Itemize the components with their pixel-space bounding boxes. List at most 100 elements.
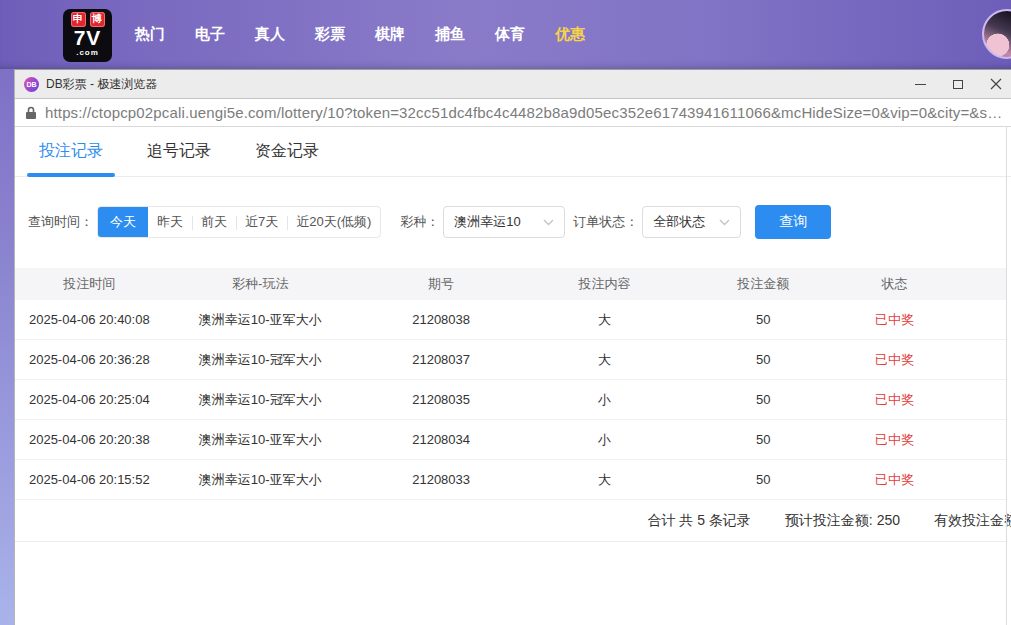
tab-bet-records[interactable]: 投注记录 [27, 127, 115, 176]
lottery-select[interactable]: 澳洲幸运10 [443, 206, 565, 238]
cell-lottery-play: 澳洲幸运10-冠军大小 [164, 391, 357, 409]
table-body: 2025-04-06 20:40:08 澳洲幸运10-亚军大小 21208038… [15, 300, 1006, 500]
time-filter-group: 今天昨天前天近7天近20天(低频) [97, 206, 381, 238]
cell-bet-amount: 50 [684, 432, 843, 447]
minimize-button[interactable] [901, 70, 939, 98]
cell-bet-time: 2025-04-06 20:25:04 [15, 392, 164, 407]
cell-bet-content: 小 [525, 431, 684, 449]
address-bar[interactable]: https://ctopcp02pcali.uengi5e.com/lotter… [15, 99, 1011, 127]
cell-bet-content: 大 [525, 471, 684, 489]
browser-window: DB DB彩票 - 极速浏览器 https://ctopcp02pcali.ue… [14, 69, 1011, 625]
nav-item-sports[interactable]: 体育 [495, 25, 525, 44]
nav-item-hot[interactable]: 热门 [135, 25, 165, 44]
cell-bet-time: 2025-04-06 20:40:08 [15, 312, 164, 327]
cell-bet-content: 大 [525, 311, 684, 329]
nav-item-board-games[interactable]: 棋牌 [375, 25, 405, 44]
cell-issue: 21208035 [357, 392, 525, 407]
window-controls [901, 70, 1011, 98]
cell-bet-amount: 50 [684, 352, 843, 367]
cell-status: 已中奖 [842, 431, 946, 449]
main-nav: 热门 电子 真人 彩票 棋牌 捕鱼 体育 优惠 [135, 25, 585, 44]
records-table: 投注时间 彩种-玩法 期号 投注内容 投注金额 状态 2025-04-06 20… [15, 268, 1006, 542]
table-row: 2025-04-06 20:36:28 澳洲幸运10-冠军大小 21208037… [15, 340, 1006, 380]
maximize-button[interactable] [939, 70, 977, 98]
cell-issue: 21208037 [357, 352, 525, 367]
status-select-value: 全部状态 [653, 213, 705, 231]
record-tabs: 投注记录追号记录资金记录 [15, 127, 1011, 177]
cell-status: 已中奖 [842, 391, 946, 409]
summary-total: 合计 共 5 条记录 [647, 512, 750, 530]
cell-lottery-play: 澳洲幸运10-亚军大小 [164, 431, 357, 449]
cell-lottery-play: 澳洲幸运10-亚军大小 [164, 471, 357, 489]
maximize-icon [953, 80, 963, 89]
window-titlebar: DB DB彩票 - 极速浏览器 [15, 70, 1011, 99]
cell-issue: 21208038 [357, 312, 525, 327]
nav-item-slots[interactable]: 电子 [195, 25, 225, 44]
logo-text: 7V [63, 27, 112, 48]
query-button[interactable]: 查询 [755, 205, 831, 239]
tab-fund-records[interactable]: 资金记录 [243, 127, 331, 176]
desktop-background: 申 博 7V .com 热门 电子 真人 彩票 棋牌 捕鱼 体育 优惠 DB DB彩票 - 极… [0, 0, 1011, 625]
tab-chase-records[interactable]: 追号记录 [135, 127, 223, 176]
user-avatar[interactable] [982, 9, 1011, 59]
chevron-down-icon [543, 219, 554, 226]
cell-bet-content: 小 [525, 391, 684, 409]
nav-item-fishing[interactable]: 捕鱼 [435, 25, 465, 44]
time-option-2[interactable]: 前天 [192, 207, 236, 237]
cell-bet-time: 2025-04-06 20:20:38 [15, 432, 164, 447]
cell-bet-content: 大 [525, 351, 684, 369]
cell-status: 已中奖 [842, 471, 946, 489]
table-header: 投注时间 彩种-玩法 期号 投注内容 投注金额 状态 [15, 268, 1006, 300]
cell-lottery-play: 澳洲幸运10-冠军大小 [164, 351, 357, 369]
cell-bet-amount: 50 [684, 312, 843, 327]
close-button[interactable] [977, 70, 1011, 98]
logo-badge-bo: 博 [90, 12, 105, 27]
cell-status: 已中奖 [842, 351, 946, 369]
chevron-down-icon [719, 219, 730, 226]
time-option-1[interactable]: 昨天 [148, 207, 192, 237]
close-icon [990, 78, 1002, 90]
col-header-bet-amount: 投注金额 [684, 275, 843, 293]
url-text: https://ctopcp02pcali.uengi5e.com/lotter… [45, 104, 1002, 121]
page-content: 投注记录追号记录资金记录 查询时间： 今天昨天前天近7天近20天(低频) 彩种：… [15, 127, 1011, 625]
summary-valid-amount: 有效投注金额 [934, 512, 1011, 530]
cell-lottery-play: 澳洲幸运10-亚军大小 [164, 311, 357, 329]
cell-bet-time: 2025-04-06 20:36:28 [15, 352, 164, 367]
lottery-filter-label: 彩种： [400, 213, 439, 231]
browser-favicon: DB [24, 77, 39, 92]
col-header-bet-content: 投注内容 [525, 275, 684, 293]
time-option-0[interactable]: 今天 [98, 207, 148, 237]
time-option-3[interactable]: 近7天 [236, 207, 287, 237]
table-row: 2025-04-06 20:40:08 澳洲幸运10-亚军大小 21208038… [15, 300, 1006, 340]
table-row: 2025-04-06 20:25:04 澳洲幸运10-冠军大小 21208035… [15, 380, 1006, 420]
status-select[interactable]: 全部状态 [642, 206, 741, 238]
cell-bet-time: 2025-04-06 20:15:52 [15, 472, 164, 487]
table-summary: 合计 共 5 条记录 预计投注金额: 250 有效投注金额 [15, 500, 1006, 542]
cell-bet-amount: 50 [684, 472, 843, 487]
nav-item-promo[interactable]: 优惠 [555, 25, 585, 44]
col-header-bet-time: 投注时间 [15, 275, 164, 293]
filter-bar: 查询时间： 今天昨天前天近7天近20天(低频) 彩种： 澳洲幸运10 订单状态：… [15, 205, 1011, 239]
lottery-select-value: 澳洲幸运10 [454, 213, 520, 231]
site-logo[interactable]: 申 博 7V .com [63, 9, 112, 62]
col-header-issue: 期号 [357, 275, 525, 293]
cell-issue: 21208033 [357, 472, 525, 487]
site-header: 申 博 7V .com 热门 电子 真人 彩票 棋牌 捕鱼 体育 优惠 [0, 0, 1011, 69]
status-filter-label: 订单状态： [573, 213, 638, 231]
cell-status: 已中奖 [842, 311, 946, 329]
col-header-lottery-play: 彩种-玩法 [164, 275, 357, 293]
minimize-icon [915, 84, 926, 85]
lock-icon [25, 106, 37, 120]
logo-badge-shen: 申 [71, 12, 86, 27]
nav-item-live[interactable]: 真人 [255, 25, 285, 44]
time-option-4[interactable]: 近20天(低频) [287, 207, 380, 237]
cell-bet-amount: 50 [684, 392, 843, 407]
window-title: DB彩票 - 极速浏览器 [46, 76, 157, 93]
table-row: 2025-04-06 20:15:52 澳洲幸运10-亚军大小 21208033… [15, 460, 1006, 500]
nav-item-lottery[interactable]: 彩票 [315, 25, 345, 44]
summary-estimated-amount: 预计投注金额: 250 [785, 512, 900, 530]
table-row: 2025-04-06 20:20:38 澳洲幸运10-亚军大小 21208034… [15, 420, 1006, 460]
logo-suffix: .com [63, 48, 112, 57]
content-right-divider [1006, 127, 1007, 625]
cell-issue: 21208034 [357, 432, 525, 447]
